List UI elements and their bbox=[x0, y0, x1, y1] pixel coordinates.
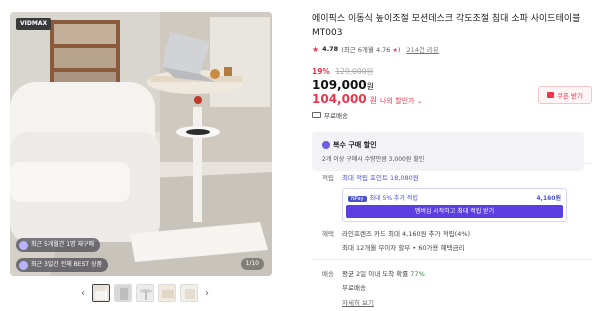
rating-row: ★ 4.78 (최근 6개월 4.76 ★) 214건 리뷰 bbox=[312, 44, 592, 55]
thumbnail-4[interactable] bbox=[158, 284, 176, 302]
extra-points-text: 최대 5% 추가 적립 bbox=[369, 195, 418, 202]
thumbnail-1[interactable] bbox=[92, 284, 110, 302]
multi-discount-box: 복수 구매 할인 2개 이상 구매시 수량만큼 3,000원 할인 bbox=[312, 132, 584, 171]
coupon-button-label: 쿠폰 받기 bbox=[557, 92, 583, 100]
product-title: 에이픽스 이동식 높이조절 모션데스크 각도조절 침대 소파 사이드테이블 MT… bbox=[312, 14, 581, 38]
star-icon: ★ bbox=[312, 44, 320, 54]
benefit-label: 혜택 bbox=[322, 230, 334, 238]
chevron-left-icon[interactable]: ‹ bbox=[78, 288, 88, 299]
repurchase-chip: 최근 5개월간 1명 재구매 bbox=[16, 238, 101, 252]
free-shipping-text: 무료배송 bbox=[324, 112, 348, 120]
discount-icon bbox=[322, 141, 330, 149]
installment-text: 최대 12개월 무이자 할부 • 60가용 혜택금리 bbox=[342, 244, 465, 252]
my-price-label: 나의 할인가 ⌄ bbox=[380, 97, 423, 105]
main-product-image[interactable]: VIDMAX 최근 5개월간 1명 재구매 최근 3일간 전체 BEST 상품 … bbox=[10, 12, 272, 276]
best-icon bbox=[19, 260, 28, 270]
brand-logo: VIDMAX bbox=[16, 18, 52, 30]
best-chip: 최근 3일간 전체 BEST 상품 bbox=[16, 258, 108, 272]
thumbnail-5[interactable] bbox=[180, 284, 198, 302]
discount-rate: 19% bbox=[312, 67, 330, 76]
free-shipping: 무료배송 bbox=[312, 110, 592, 120]
card-benefit-text: 라인프렌즈 카드 최대 4,160원 추가 적립(4%) bbox=[342, 230, 471, 238]
original-price: 129,000원 bbox=[335, 67, 374, 76]
coupon-icon bbox=[547, 92, 554, 98]
chevron-right-icon[interactable]: › bbox=[202, 288, 212, 299]
price-box: 19% 129,000원 109,000원 104,000 원 나의 할인가 ⌄ … bbox=[312, 66, 592, 120]
multi-discount-title: 복수 구매 할인 bbox=[322, 140, 574, 150]
npay-points-box: NPay 최대 5% 추가 적립 4,160원 멤버십 시작하고 최대 적립 받기 bbox=[342, 188, 567, 222]
coupon-button[interactable]: 쿠폰 받기 bbox=[538, 86, 592, 104]
product-gallery: VIDMAX 최근 5개월간 1명 재구매 최근 3일간 전체 BEST 상품 … bbox=[0, 0, 290, 311]
review-count-link[interactable]: 214건 리뷰 bbox=[406, 44, 438, 54]
arrival-probability: 평균 2일 이내 도착 확률 77% bbox=[342, 270, 425, 278]
discount-row: 19% 129,000원 bbox=[312, 66, 592, 77]
multi-discount-desc: 2개 이상 구매시 수량만큼 3,000원 할인 bbox=[322, 156, 425, 163]
my-price: 104,000 bbox=[312, 92, 367, 106]
shipping-label: 배송 bbox=[322, 270, 334, 278]
rating-score: 4.78 bbox=[322, 45, 339, 53]
shipping-fee: 무료배송 bbox=[342, 284, 366, 292]
thumbnail-3[interactable] bbox=[136, 284, 154, 302]
best-chip-text: 최근 3일간 전체 BEST 상품 bbox=[31, 261, 102, 268]
max-points-text: 최대 적립 포인트 18,080원 bbox=[342, 174, 419, 182]
divider bbox=[312, 163, 592, 164]
repurchase-chip-text: 최근 5개월간 1명 재구매 bbox=[31, 241, 95, 248]
thumbnail-strip: ‹ › bbox=[78, 282, 212, 304]
product-photo bbox=[10, 12, 272, 276]
npay-badge: NPay bbox=[348, 196, 367, 202]
repurchase-icon bbox=[19, 240, 28, 250]
shipping-detail-link[interactable]: 자세히 보기 bbox=[342, 297, 582, 307]
thumbnail-2[interactable] bbox=[114, 284, 132, 302]
divider bbox=[312, 259, 592, 260]
truck-icon bbox=[312, 112, 321, 118]
membership-button[interactable]: 멤버십 시작하고 최대 적립 받기 bbox=[346, 205, 563, 218]
image-counter: 1/10 bbox=[240, 258, 264, 270]
extra-points-amount: 4,160원 bbox=[536, 195, 562, 202]
product-info: 에이픽스 이동식 높이조절 모션데스크 각도조절 침대 소파 사이드테이블 MT… bbox=[312, 12, 592, 171]
points-label: 적립 bbox=[322, 174, 334, 182]
rating-detail: (최근 6개월 4.76 ★) bbox=[341, 46, 401, 54]
